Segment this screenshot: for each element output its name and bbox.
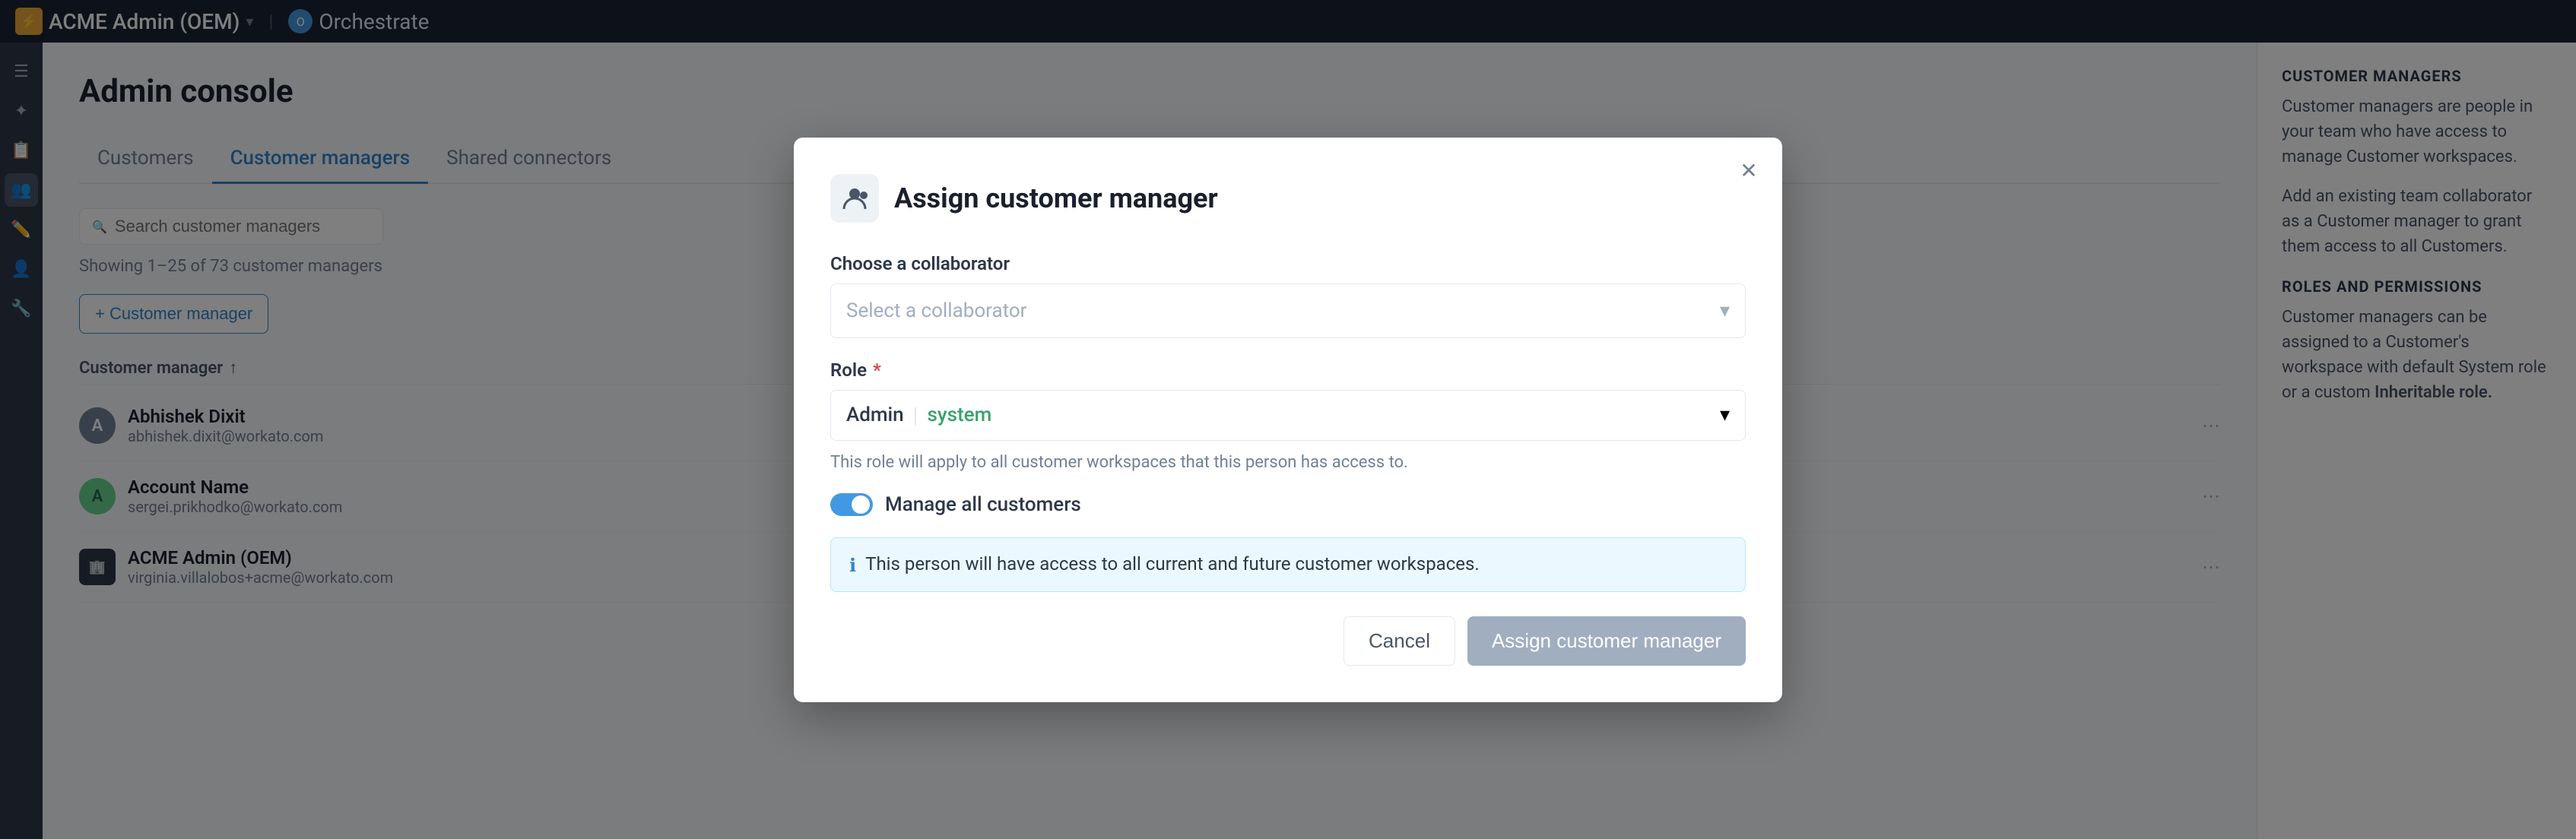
role-select-inner: Admin | system: [846, 403, 991, 428]
role-chevron-icon: ▾: [1720, 404, 1730, 426]
role-admin: Admin: [846, 404, 904, 426]
role-system: system: [927, 404, 991, 426]
collaborator-placeholder: Select a collaborator: [846, 299, 1026, 322]
info-icon: ℹ: [849, 555, 856, 576]
info-text: This person will have access to all curr…: [865, 553, 1480, 575]
manage-all-customers-toggle[interactable]: [830, 493, 873, 516]
cancel-button[interactable]: Cancel: [1344, 616, 1455, 666]
modal-icon: [830, 174, 879, 223]
toggle-row: Manage all customers: [830, 493, 1746, 516]
collaborator-section: Choose a collaborator Select a collabora…: [830, 253, 1746, 338]
toggle-thumb: [852, 495, 870, 514]
modal: ✕ Assign customer manager Choose a colla…: [794, 138, 1782, 702]
role-section: Role * Admin | system ▾ This role will a…: [830, 359, 1746, 472]
modal-header: Assign customer manager: [830, 174, 1746, 223]
role-label: Role *: [830, 359, 1746, 381]
toggle-label: Manage all customers: [885, 493, 1081, 516]
role-select[interactable]: Admin | system ▾: [830, 390, 1746, 441]
collaborator-select[interactable]: Select a collaborator ▾: [830, 283, 1746, 338]
collaborator-label: Choose a collaborator: [830, 253, 1746, 274]
modal-overlay: ✕ Assign customer manager Choose a colla…: [0, 0, 2576, 839]
role-divider: |: [913, 403, 918, 428]
collaborator-chevron-icon: ▾: [1720, 299, 1730, 322]
modal-close-button[interactable]: ✕: [1734, 156, 1764, 186]
info-box: ℹ This person will have access to all cu…: [830, 537, 1746, 592]
required-star: *: [873, 359, 881, 381]
modal-footer: Cancel Assign customer manager: [830, 616, 1746, 666]
modal-title: Assign customer manager: [894, 182, 1218, 214]
assign-button[interactable]: Assign customer manager: [1467, 616, 1746, 666]
role-hint: This role will apply to all customer wor…: [830, 453, 1746, 472]
